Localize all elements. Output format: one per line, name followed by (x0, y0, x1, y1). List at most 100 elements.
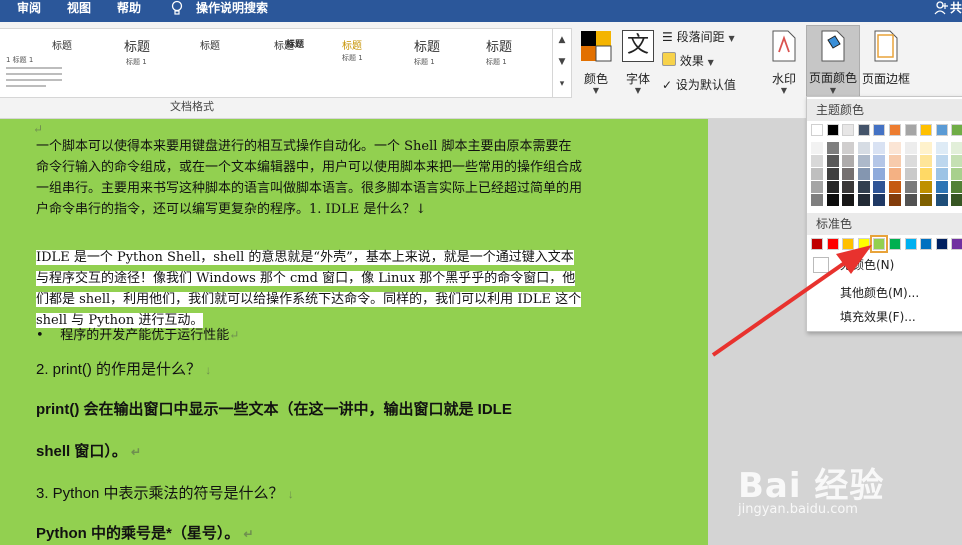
paragraph-spacing-button[interactable]: ☰ 段落间距 ▼ (662, 28, 735, 45)
standard-color-swatch[interactable] (870, 235, 889, 253)
menu-view[interactable]: 视图 (67, 0, 91, 16)
theme-shade-swatch[interactable] (951, 168, 962, 180)
style-thumb[interactable]: 标题 (274, 31, 340, 93)
theme-shade-swatch[interactable] (842, 181, 855, 193)
theme-shade-swatch[interactable] (935, 194, 948, 206)
theme-shade-swatch[interactable] (904, 142, 917, 154)
theme-shade-swatch[interactable] (811, 155, 823, 167)
theme-shade-swatch[interactable] (873, 155, 886, 167)
theme-color-swatch[interactable] (857, 124, 870, 136)
standard-color-swatch[interactable] (935, 238, 948, 250)
standard-color-swatch[interactable] (811, 238, 823, 250)
style-thumb[interactable]: 标题 (138, 31, 220, 93)
theme-shade-swatch[interactable] (889, 194, 901, 206)
theme-shade-swatch[interactable] (920, 142, 933, 154)
menu-help[interactable]: 帮助 (117, 0, 141, 16)
standard-color-swatch[interactable] (826, 238, 839, 250)
theme-color-swatch[interactable] (951, 124, 962, 136)
more-colors-item[interactable]: 其他颜色(M)... (840, 284, 919, 301)
share-person-icon[interactable] (934, 0, 948, 19)
standard-color-swatch[interactable] (857, 238, 870, 250)
theme-shade-swatch[interactable] (811, 181, 823, 193)
standard-color-swatch[interactable] (889, 238, 901, 250)
document-page[interactable]: ↵ 一个脚本可以使得本来要用键盘进行的相互式操作自动化。一个 Shell 脚本主… (0, 119, 708, 545)
theme-shade-swatch[interactable] (857, 181, 870, 193)
theme-color-swatch[interactable] (842, 124, 855, 136)
theme-shade-swatch[interactable] (811, 194, 823, 206)
theme-shade-swatch[interactable] (873, 168, 886, 180)
gallery-down-icon[interactable]: ▼ (553, 51, 571, 73)
theme-color-swatch[interactable] (826, 124, 839, 136)
gallery-more-icon[interactable]: ▾ (553, 73, 571, 95)
theme-color-swatch[interactable] (920, 124, 933, 136)
theme-shade-swatch[interactable] (842, 155, 855, 167)
theme-color-swatch[interactable] (811, 124, 823, 136)
theme-shade-swatch[interactable] (873, 194, 886, 206)
theme-shade-swatch[interactable] (857, 155, 870, 167)
theme-shade-swatch[interactable] (857, 168, 870, 180)
theme-color-swatch[interactable] (935, 124, 948, 136)
style-thumb[interactable]: 标题 1 标题 1 (2, 31, 72, 93)
theme-shade-swatch[interactable] (811, 168, 823, 180)
theme-shade-swatch[interactable] (826, 194, 839, 206)
style-thumb[interactable]: 标题 标题 1 (70, 31, 150, 93)
theme-shade-swatch[interactable] (935, 181, 948, 193)
no-color-swatch[interactable] (813, 257, 829, 273)
theme-shade-swatch[interactable] (889, 155, 901, 167)
standard-color-swatch[interactable] (904, 238, 917, 250)
gallery-scroll: ▲ ▼ ▾ (552, 28, 572, 98)
style-thumb[interactable]: 标题 标题 1 (342, 31, 408, 93)
colors-button[interactable]: 颜色 ▼ (574, 28, 618, 108)
theme-shade-swatch[interactable] (904, 155, 917, 167)
theme-shade-swatch[interactable] (857, 142, 870, 154)
theme-shade-swatch[interactable] (904, 181, 917, 193)
theme-shade-swatch[interactable] (920, 194, 933, 206)
share-label[interactable]: 共 (950, 0, 962, 16)
fill-effects-item[interactable]: 填充效果(F)... (840, 308, 916, 325)
theme-shade-swatch[interactable] (857, 194, 870, 206)
theme-shade-swatch[interactable] (889, 181, 901, 193)
theme-shade-swatch[interactable] (873, 142, 886, 154)
theme-shade-swatch[interactable] (842, 168, 855, 180)
gallery-up-icon[interactable]: ▲ (553, 29, 571, 51)
theme-shade-swatch[interactable] (889, 142, 901, 154)
theme-shade-swatch[interactable] (842, 194, 855, 206)
theme-color-swatch[interactable] (873, 124, 886, 136)
standard-color-swatch[interactable] (920, 238, 933, 250)
standard-color-swatch[interactable] (951, 238, 962, 250)
theme-shade-swatch[interactable] (811, 142, 823, 154)
standard-color-swatch[interactable] (842, 238, 855, 250)
set-default-button[interactable]: ✓ 设为默认值 (662, 76, 736, 93)
watermark-button[interactable]: 水印 ▼ (764, 28, 804, 108)
theme-shade-swatch[interactable] (951, 155, 962, 167)
theme-shade-swatch[interactable] (873, 181, 886, 193)
theme-shade-swatch[interactable] (951, 194, 962, 206)
theme-shade-swatch[interactable] (904, 194, 917, 206)
no-color-item[interactable]: 无颜色(N) (840, 256, 894, 273)
theme-shade-swatch[interactable] (920, 168, 933, 180)
theme-shade-swatch[interactable] (920, 155, 933, 167)
style-thumb[interactable]: 标题 (206, 31, 304, 93)
theme-shade-swatch[interactable] (826, 155, 839, 167)
style-thumb[interactable]: 标题 标题 1 (478, 31, 544, 93)
theme-color-swatch[interactable] (889, 124, 901, 136)
theme-shade-swatch[interactable] (951, 142, 962, 154)
theme-shade-swatch[interactable] (935, 168, 948, 180)
highlighted-text: IDLE 是一个 Python Shell，shell 的意思就是“外壳”，基本… (36, 250, 582, 328)
effects-button[interactable]: 效果 ▼ (662, 52, 714, 69)
theme-shade-swatch[interactable] (889, 168, 901, 180)
theme-shade-swatch[interactable] (935, 142, 948, 154)
style-thumb[interactable]: 标题 标题 1 (410, 31, 476, 93)
theme-shade-swatch[interactable] (842, 142, 855, 154)
theme-shade-swatch[interactable] (904, 168, 917, 180)
theme-shade-swatch[interactable] (935, 155, 948, 167)
theme-shade-swatch[interactable] (826, 142, 839, 154)
tell-me-search[interactable]: 操作说明搜索 (196, 0, 268, 16)
theme-shade-swatch[interactable] (920, 181, 933, 193)
theme-color-swatch[interactable] (904, 124, 917, 136)
menu-review[interactable]: 审阅 (17, 0, 41, 16)
fonts-button[interactable]: 文 字体 ▼ (619, 28, 657, 108)
theme-shade-swatch[interactable] (951, 181, 962, 193)
theme-shade-swatch[interactable] (826, 181, 839, 193)
theme-shade-swatch[interactable] (826, 168, 839, 180)
